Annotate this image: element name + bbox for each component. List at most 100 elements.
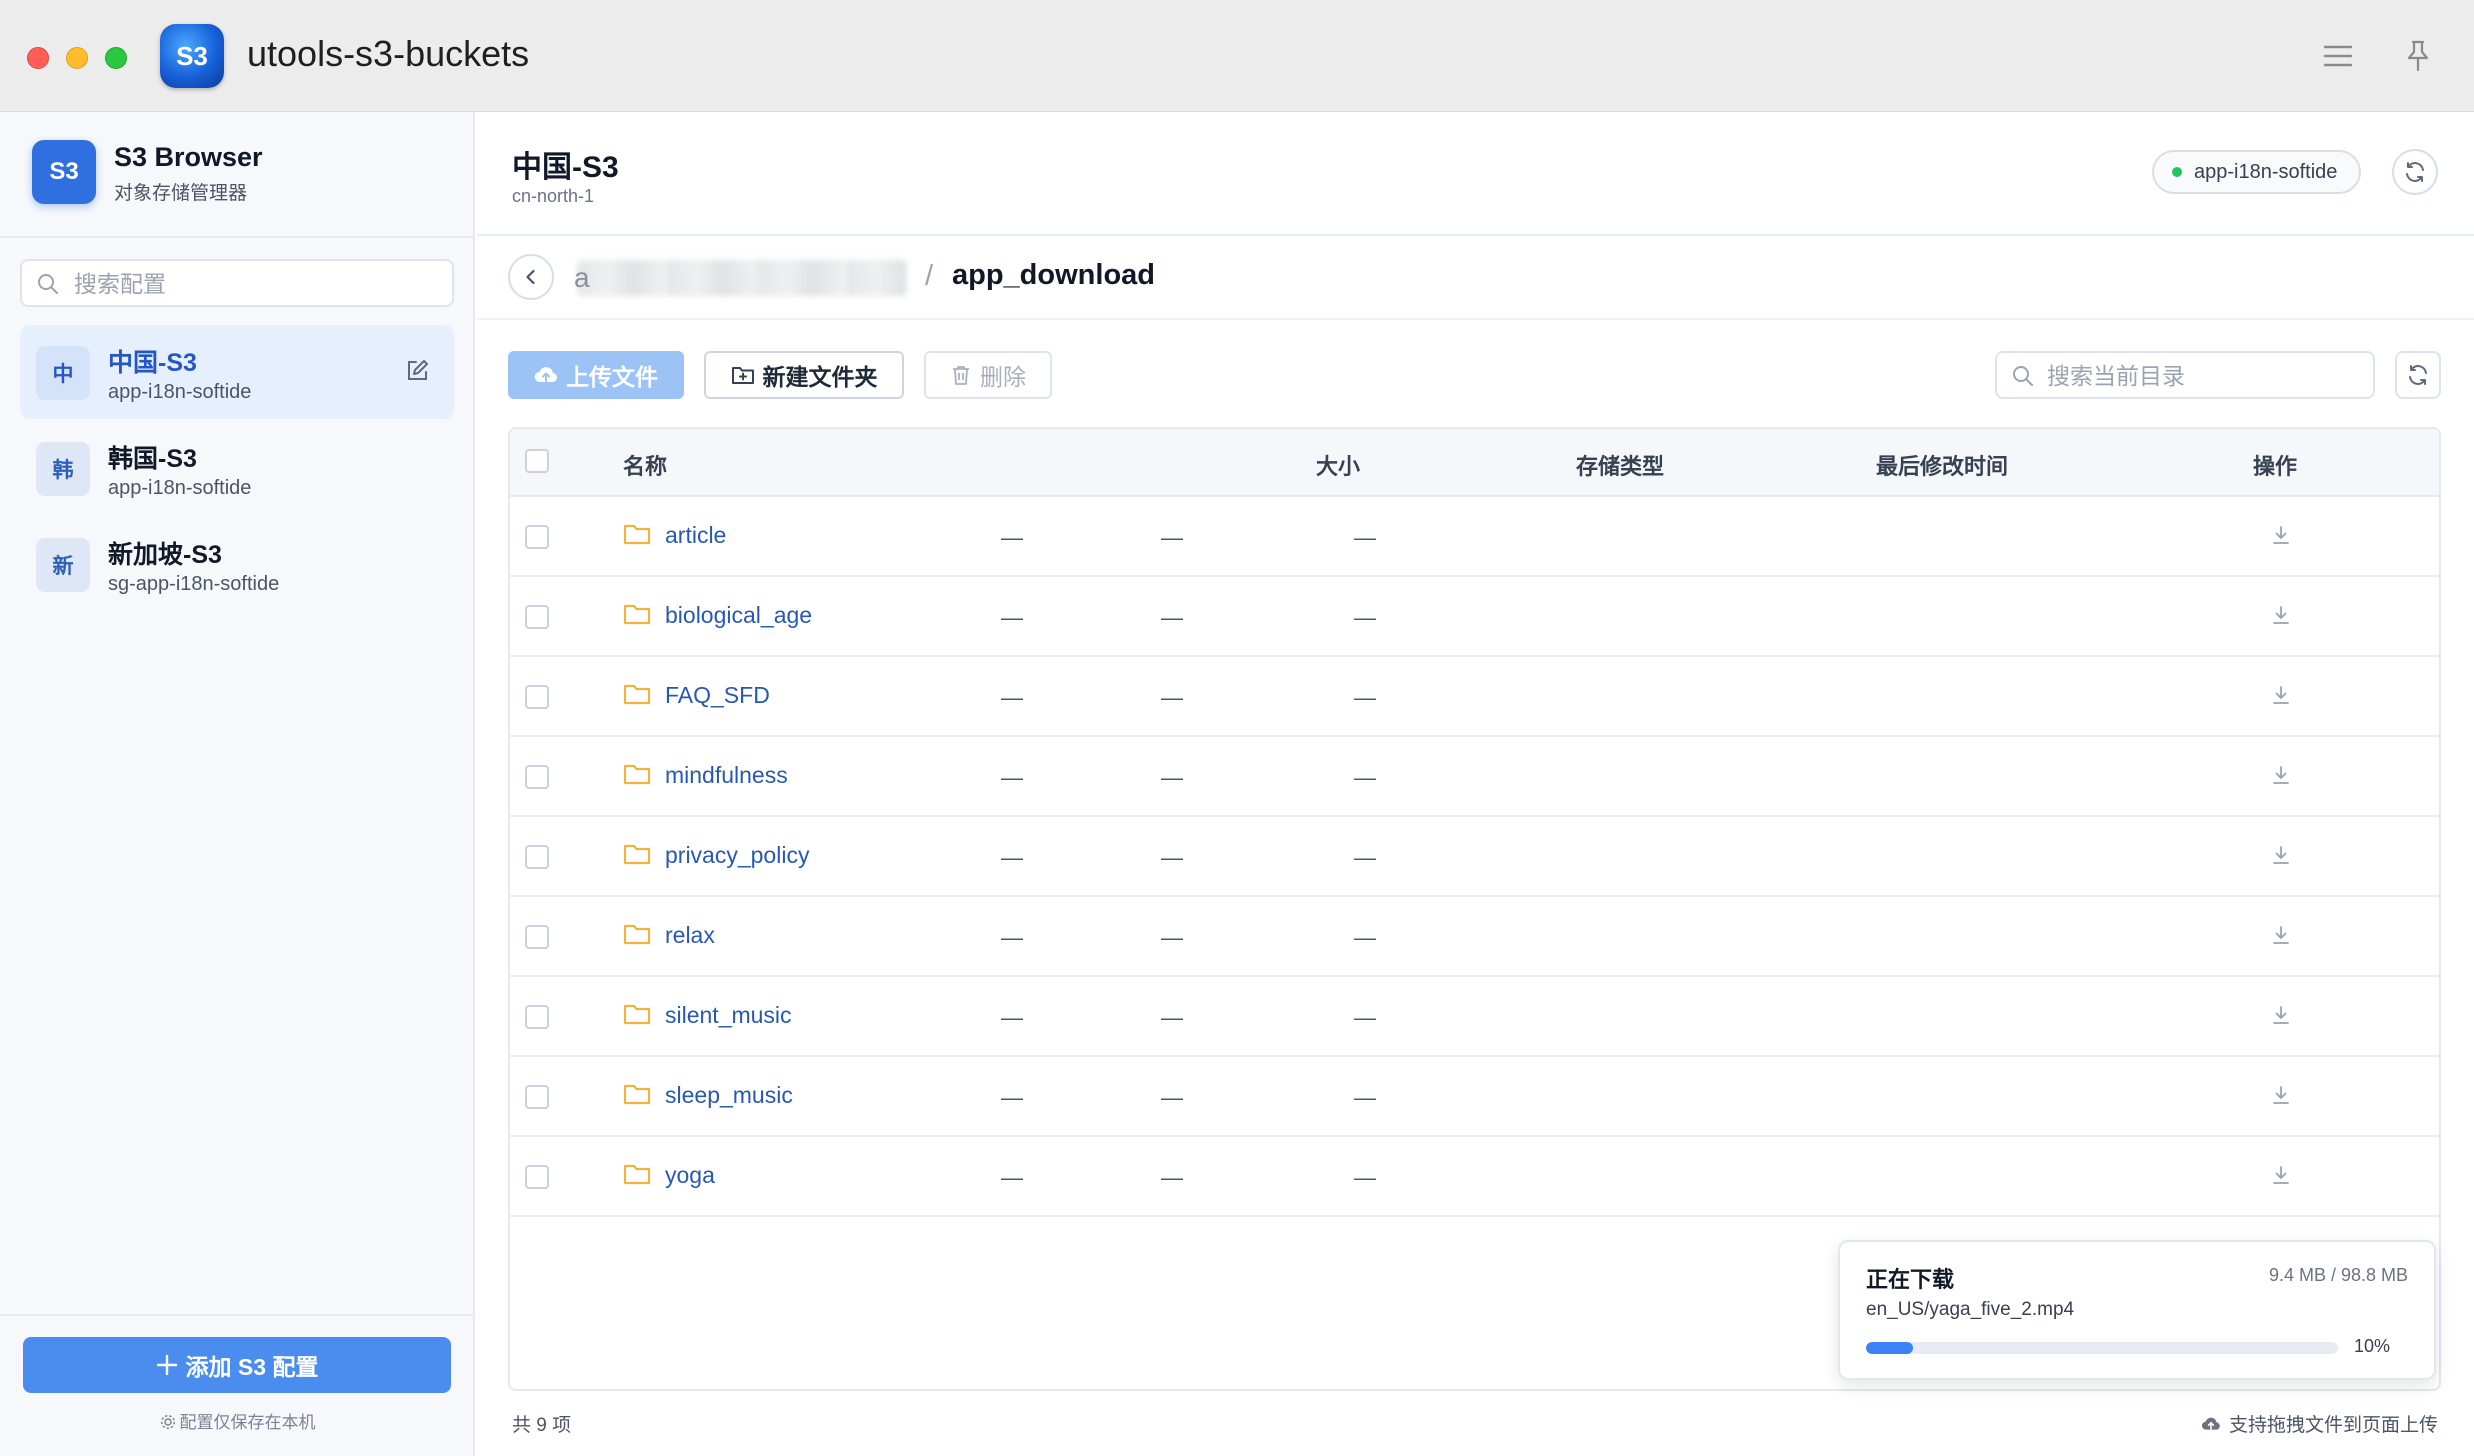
refresh-buckets-button[interactable]	[2392, 149, 2438, 195]
folder-name-link[interactable]: mindfulness	[665, 762, 788, 789]
bucket-selector[interactable]: app-i18n-softide	[2152, 150, 2362, 194]
folder-name-link[interactable]: biological_age	[665, 602, 812, 629]
cloud-upload-icon	[534, 367, 558, 383]
config-item-china[interactable]: 中 中国-S3 app-i18n-softide	[20, 325, 454, 419]
directory-search-input[interactable]	[2047, 361, 2362, 391]
config-name: 中国-S3	[108, 349, 197, 377]
config-item-korea[interactable]: 韩 韩国-S3 app-i18n-softide	[20, 421, 454, 515]
table-row[interactable]: yoga — — —	[510, 1137, 2439, 1217]
table-row[interactable]: biological_age — — —	[510, 577, 2439, 657]
header-name[interactable]: 名称	[623, 449, 667, 481]
divider	[477, 318, 2474, 320]
new-folder-label: 新建文件夹	[762, 364, 878, 390]
download-icon[interactable]	[2270, 924, 2292, 951]
table-row[interactable]: FAQ_SFD — — —	[510, 657, 2439, 737]
table-row[interactable]: relax — — —	[510, 897, 2439, 977]
download-icon[interactable]	[2270, 604, 2292, 631]
config-bucket: app-i18n-softide	[108, 477, 252, 499]
row-checkbox[interactable]	[525, 605, 549, 629]
download-icon[interactable]	[2270, 844, 2292, 871]
trash-icon	[953, 366, 969, 385]
download-icon[interactable]	[2270, 684, 2292, 711]
zoom-window-button[interactable]	[105, 47, 127, 69]
row-checkbox[interactable]	[525, 1005, 549, 1029]
cell-last-modified: —	[1354, 1005, 1376, 1030]
config-item-singapore[interactable]: 新 新加坡-S3 sg-app-i18n-softide	[20, 517, 454, 611]
select-all-checkbox[interactable]	[525, 449, 549, 473]
row-checkbox[interactable]	[525, 765, 549, 789]
upload-button[interactable]: 上传文件	[508, 351, 684, 399]
refresh-icon	[2406, 162, 2424, 182]
row-checkbox[interactable]	[525, 525, 549, 549]
config-search-input[interactable]	[74, 269, 444, 299]
config-bucket: app-i18n-softide	[108, 381, 252, 403]
new-folder-button[interactable]: 新建文件夹	[704, 351, 904, 399]
table-row[interactable]: silent_music — — —	[510, 977, 2439, 1057]
config-badge: 中	[36, 346, 90, 400]
download-percent: 10%	[2354, 1336, 2391, 1356]
breadcrumb-root[interactable]: a	[574, 262, 590, 294]
minimize-window-button[interactable]	[66, 47, 88, 69]
back-button[interactable]	[508, 254, 554, 300]
download-icon[interactable]	[2270, 764, 2292, 791]
table-row[interactable]: article — — —	[510, 497, 2439, 577]
folder-icon	[623, 1082, 651, 1111]
folder-icon	[623, 1002, 651, 1031]
breadcrumb-separator: /	[925, 260, 934, 292]
row-checkbox[interactable]	[525, 1085, 549, 1109]
table-row[interactable]: sleep_music — — —	[510, 1057, 2439, 1137]
cell-size: —	[1001, 1085, 1023, 1110]
folder-name-link[interactable]: yoga	[665, 1162, 715, 1189]
folder-name-link[interactable]: article	[665, 522, 726, 549]
download-progress-card: 正在下载 9.4 MB / 98.8 MB en_US/yaga_five_2.…	[1838, 1240, 2436, 1380]
row-checkbox[interactable]	[525, 1165, 549, 1189]
download-size: 9.4 MB / 98.8 MB	[2268, 1265, 2408, 1285]
sidebar: S3 S3 Browser 对象存储管理器 中 中国-S3 app-i18n-s…	[0, 112, 475, 1456]
header-size[interactable]: 大小	[1316, 449, 1360, 481]
row-checkbox[interactable]	[525, 925, 549, 949]
folder-icon	[623, 1162, 651, 1191]
chevron-left-icon	[526, 269, 535, 285]
close-window-button[interactable]	[27, 47, 49, 69]
folder-icon	[623, 522, 651, 551]
folder-name-link[interactable]: privacy_policy	[665, 842, 809, 869]
folder-name-link[interactable]: FAQ_SFD	[665, 682, 770, 709]
row-checkbox[interactable]	[525, 685, 549, 709]
local-note-text: 配置仅保存在本机	[179, 1413, 316, 1432]
cell-storage-class: —	[1161, 525, 1183, 550]
cell-size: —	[1001, 1005, 1023, 1030]
cell-last-modified: —	[1354, 685, 1376, 710]
brand-logo: S3	[32, 140, 96, 204]
delete-button[interactable]: 删除	[924, 351, 1052, 399]
download-filename: en_US/yaga_five_2.mp4	[1866, 1299, 2075, 1320]
config-name: 新加坡-S3	[108, 541, 222, 569]
divider	[0, 1314, 475, 1316]
drag-upload-hint: 支持拖拽文件到页面上传	[2201, 1410, 2438, 1437]
table-row[interactable]: privacy_policy — — —	[510, 817, 2439, 897]
table-row[interactable]: mindfulness — — —	[510, 737, 2439, 817]
download-icon[interactable]	[2270, 1004, 2292, 1031]
folder-icon	[623, 762, 651, 791]
folder-name-link[interactable]: relax	[665, 922, 715, 949]
window-title: utools-s3-buckets	[247, 33, 530, 74]
drag-upload-text: 支持拖拽文件到页面上传	[2228, 1415, 2438, 1436]
refresh-directory-button[interactable]	[2395, 351, 2441, 399]
folder-name-link[interactable]: silent_music	[665, 1002, 792, 1029]
divider	[477, 234, 2474, 236]
edit-icon[interactable]	[405, 359, 429, 388]
folder-plus-icon	[731, 367, 754, 384]
download-icon[interactable]	[2270, 1084, 2292, 1111]
breadcrumb-redacted	[577, 260, 907, 296]
download-progress-fill	[1866, 1342, 1914, 1354]
header-last-modified[interactable]: 最后修改时间	[1876, 449, 2008, 481]
header-storage-class[interactable]: 存储类型	[1576, 449, 1664, 481]
add-s3-config-button[interactable]: 添加 S3 配置	[23, 1337, 451, 1393]
pin-icon[interactable]	[2398, 36, 2438, 76]
menu-icon[interactable]	[2318, 36, 2358, 76]
folder-name-link[interactable]: sleep_music	[665, 1082, 793, 1109]
download-icon[interactable]	[2270, 1164, 2292, 1191]
cell-storage-class: —	[1161, 605, 1183, 630]
gear-icon	[160, 1414, 175, 1430]
download-icon[interactable]	[2270, 524, 2292, 551]
row-checkbox[interactable]	[525, 845, 549, 869]
